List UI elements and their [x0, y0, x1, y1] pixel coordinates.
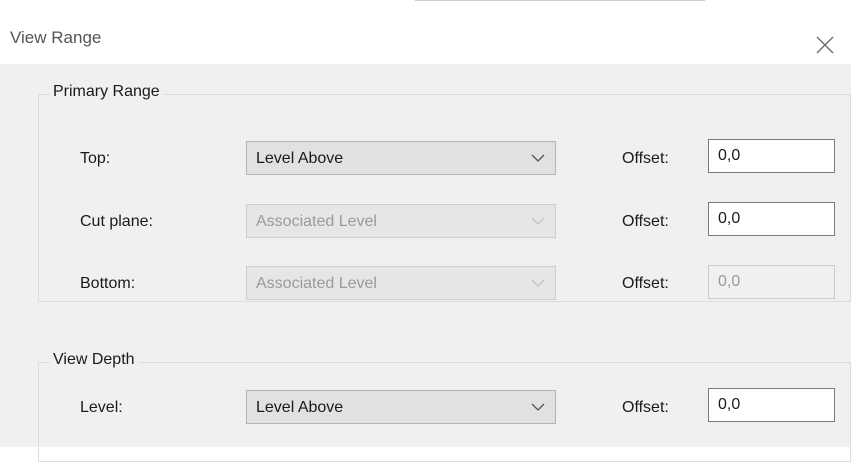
view-range-dialog: View Range Primary Range Top: Level Abov… — [0, 0, 851, 462]
bottom-label: Bottom: — [80, 275, 136, 292]
top-level-value: Level Above — [256, 150, 344, 167]
view-depth-offset-input[interactable] — [708, 388, 835, 422]
dialog-body: Primary Range Top: Level Above Offset: C… — [0, 64, 851, 462]
view-depth-level-select[interactable]: Level Above — [246, 390, 556, 424]
chevron-down-icon — [531, 403, 545, 411]
dialog-title: View Range — [10, 28, 102, 47]
top-offset-input[interactable] — [708, 139, 835, 173]
top-level-select[interactable]: Level Above — [246, 141, 556, 175]
chevron-down-icon — [531, 279, 545, 287]
view-depth-level-value: Level Above — [256, 399, 344, 416]
bottom-level-value: Associated Level — [256, 275, 377, 292]
cut-plane-offset-label: Offset: — [622, 213, 669, 230]
close-button[interactable] — [812, 32, 838, 58]
cut-plane-level-select[interactable]: Associated Level — [246, 204, 556, 238]
cut-plane-offset-input[interactable] — [708, 202, 835, 236]
view-depth-offset-label: Offset: — [622, 399, 669, 416]
bottom-level-select[interactable]: Associated Level — [246, 266, 556, 300]
cut-plane-level-value: Associated Level — [256, 213, 377, 230]
bottom-offset-input[interactable] — [708, 265, 835, 299]
cut-plane-label: Cut plane: — [80, 213, 153, 230]
bottom-offset-label: Offset: — [622, 275, 669, 292]
view-depth-label: View Depth — [50, 351, 138, 369]
chevron-down-icon — [531, 154, 545, 162]
top-label: Top: — [80, 150, 111, 167]
close-icon — [816, 36, 834, 54]
top-offset-label: Offset: — [622, 150, 669, 167]
primary-range-label: Primary Range — [50, 83, 163, 101]
level-label: Level: — [80, 399, 123, 416]
chevron-down-icon — [531, 217, 545, 225]
title-bar: View Range — [0, 14, 851, 64]
